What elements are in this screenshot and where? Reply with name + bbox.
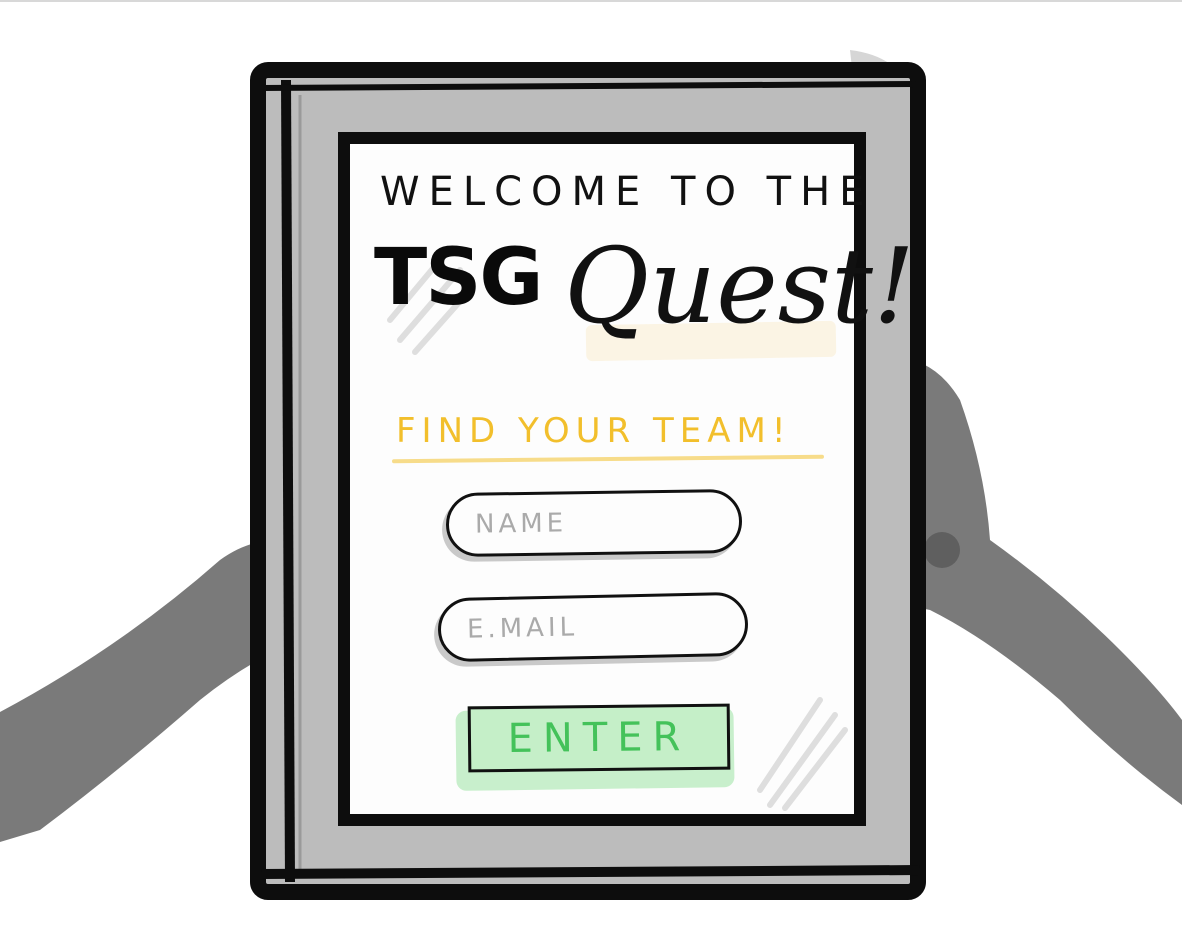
enter-button[interactable]: ENTER	[467, 703, 731, 773]
name-input[interactable]	[445, 488, 743, 558]
title-brand: TSG	[374, 233, 543, 323]
title-word: Quest!	[564, 225, 915, 347]
welcome-text: WELCOME TO THE	[380, 169, 874, 215]
tagline: FIND YOUR TEAM!	[396, 411, 792, 451]
email-input[interactable]	[437, 591, 749, 663]
tagline-underline	[391, 454, 825, 464]
tablet-screen: WELCOME TO THE TSG Quest! FIND YOUR TEAM…	[352, 145, 915, 815]
title-block: TSG Quest!	[374, 225, 915, 373]
